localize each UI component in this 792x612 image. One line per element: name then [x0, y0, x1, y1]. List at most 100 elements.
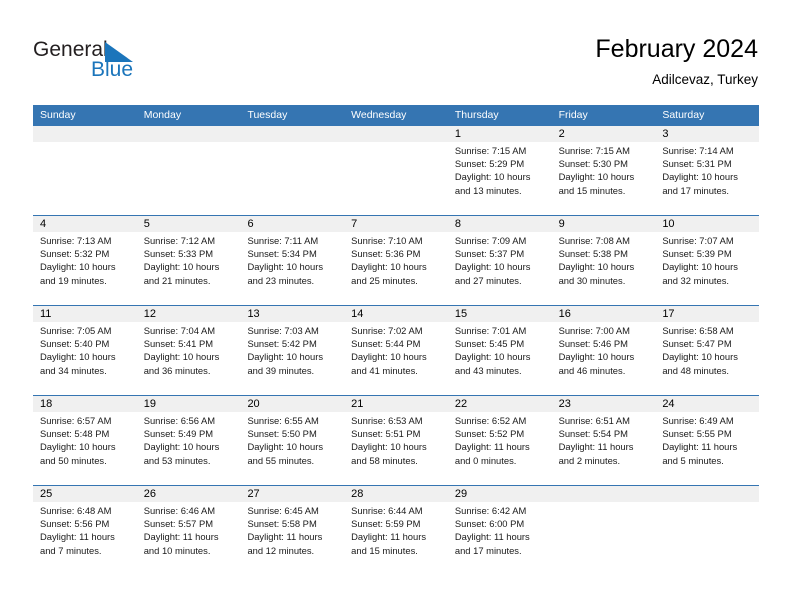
day-number[interactable]: 12	[137, 306, 241, 322]
day-cell[interactable]: Sunrise: 7:09 AM Sunset: 5:37 PM Dayligh…	[448, 232, 552, 305]
day-number[interactable]: 20	[240, 396, 344, 412]
daylight-text-line1: Daylight: 10 hours	[40, 351, 116, 363]
day-number[interactable]: 11	[33, 306, 137, 322]
day-number[interactable]: 3	[655, 126, 759, 142]
day-cell[interactable]: Sunrise: 7:15 AM Sunset: 5:30 PM Dayligh…	[552, 142, 656, 215]
day-cell[interactable]: Sunrise: 7:02 AM Sunset: 5:44 PM Dayligh…	[344, 322, 448, 395]
day-number[interactable]: 6	[240, 216, 344, 232]
day-number[interactable]: 5	[137, 216, 241, 232]
day-number[interactable]	[552, 486, 656, 502]
day-number[interactable]: 27	[240, 486, 344, 502]
day-number[interactable]: 24	[655, 396, 759, 412]
day-number[interactable]	[137, 126, 241, 142]
day-cell[interactable]: Sunrise: 6:55 AM Sunset: 5:50 PM Dayligh…	[240, 412, 344, 485]
day-number[interactable]: 9	[552, 216, 656, 232]
day-cell[interactable]: Sunrise: 7:10 AM Sunset: 5:36 PM Dayligh…	[344, 232, 448, 305]
day-cell[interactable]: Sunrise: 6:49 AM Sunset: 5:55 PM Dayligh…	[655, 412, 759, 485]
sunset-text: Sunset: 6:00 PM	[454, 518, 525, 530]
day-cell[interactable]: Sunrise: 7:14 AM Sunset: 5:31 PM Dayligh…	[655, 142, 759, 215]
day-number[interactable]	[240, 126, 344, 142]
day-cell[interactable]: Sunrise: 7:11 AM Sunset: 5:34 PM Dayligh…	[240, 232, 344, 305]
day-cell[interactable]	[137, 142, 241, 215]
day-number[interactable]	[655, 486, 759, 502]
day-number[interactable]: 10	[655, 216, 759, 232]
daylight-text-line2: and 32 minutes.	[662, 274, 730, 286]
day-number[interactable]	[344, 126, 448, 142]
day-cell[interactable]: Sunrise: 7:13 AM Sunset: 5:32 PM Dayligh…	[33, 232, 137, 305]
day-number[interactable]: 1	[448, 126, 552, 142]
day-number[interactable]: 4	[33, 216, 137, 232]
sunset-text: Sunset: 5:50 PM	[247, 428, 317, 440]
day-number[interactable]: 19	[137, 396, 241, 412]
daylight-text-line1: Daylight: 11 hours	[143, 531, 219, 543]
day-cell[interactable]: Sunrise: 7:12 AM Sunset: 5:33 PM Dayligh…	[137, 232, 241, 305]
day-cell[interactable]: Sunrise: 6:42 AM Sunset: 6:00 PM Dayligh…	[448, 502, 552, 575]
brand-logo: General Blue	[33, 38, 243, 88]
daylight-text-line1: Daylight: 10 hours	[558, 171, 635, 183]
day-cell[interactable]: Sunrise: 6:58 AM Sunset: 5:47 PM Dayligh…	[655, 322, 759, 395]
day-cell[interactable]: Sunrise: 6:56 AM Sunset: 5:49 PM Dayligh…	[137, 412, 241, 485]
day-cell[interactable]: Sunrise: 6:45 AM Sunset: 5:58 PM Dayligh…	[240, 502, 344, 575]
day-number[interactable]: 15	[448, 306, 552, 322]
day-number[interactable]: 29	[448, 486, 552, 502]
day-number[interactable]: 2	[552, 126, 656, 142]
day-cell[interactable]: Sunrise: 7:03 AM Sunset: 5:42 PM Dayligh…	[240, 322, 344, 395]
day-number[interactable]: 22	[448, 396, 552, 412]
daylight-text-line1: Daylight: 10 hours	[454, 171, 531, 183]
sunset-text: Sunset: 5:48 PM	[40, 428, 110, 440]
day-number[interactable]: 16	[552, 306, 656, 322]
sunset-text: Sunset: 5:49 PM	[143, 428, 214, 440]
day-number[interactable]	[33, 126, 137, 142]
day-cell[interactable]	[33, 142, 137, 215]
weekday-header-friday: Friday	[558, 109, 588, 121]
sunrise-text: Sunrise: 6:51 AM	[558, 415, 630, 426]
day-cell[interactable]: Sunrise: 7:15 AM Sunset: 5:29 PM Dayligh…	[448, 142, 552, 215]
calendar-week-row: 25 26 27 28 29 Sunrise: 6:48 AM Sunset: …	[33, 485, 759, 575]
daylight-text-line2: and 43 minutes.	[454, 364, 522, 376]
sunrise-text: Sunrise: 6:56 AM	[143, 415, 216, 426]
day-cell[interactable]: Sunrise: 6:48 AM Sunset: 5:56 PM Dayligh…	[33, 502, 137, 575]
daylight-text-line1: Daylight: 10 hours	[662, 171, 738, 183]
sunset-text: Sunset: 5:41 PM	[143, 338, 214, 350]
day-cell[interactable]: Sunrise: 6:52 AM Sunset: 5:52 PM Dayligh…	[448, 412, 552, 485]
day-number[interactable]: 18	[33, 396, 137, 412]
daylight-text-line1: Daylight: 10 hours	[558, 261, 635, 273]
day-cell[interactable]: Sunrise: 6:46 AM Sunset: 5:57 PM Dayligh…	[137, 502, 241, 575]
day-cell[interactable]: Sunrise: 6:53 AM Sunset: 5:51 PM Dayligh…	[344, 412, 448, 485]
sunrise-text: Sunrise: 7:10 AM	[351, 235, 423, 246]
week-date-number-band: 25 26 27 28 29	[33, 486, 759, 502]
day-number[interactable]: 26	[137, 486, 241, 502]
day-number[interactable]: 13	[240, 306, 344, 322]
day-number[interactable]: 21	[344, 396, 448, 412]
day-cell[interactable]	[240, 142, 344, 215]
day-cell[interactable]: Sunrise: 7:08 AM Sunset: 5:38 PM Dayligh…	[552, 232, 656, 305]
day-number[interactable]: 28	[344, 486, 448, 502]
sunset-text: Sunset: 5:36 PM	[351, 248, 421, 260]
day-cell[interactable]: Sunrise: 6:57 AM Sunset: 5:48 PM Dayligh…	[33, 412, 137, 485]
day-number[interactable]: 7	[344, 216, 448, 232]
day-number[interactable]: 14	[344, 306, 448, 322]
day-cell[interactable]	[655, 502, 759, 575]
sunrise-text: Sunrise: 7:15 AM	[454, 145, 527, 156]
sunrise-text: Sunrise: 7:02 AM	[351, 325, 423, 336]
sunrise-text: Sunrise: 6:48 AM	[40, 505, 112, 516]
day-cell[interactable]: Sunrise: 7:04 AM Sunset: 5:41 PM Dayligh…	[137, 322, 241, 395]
day-cell[interactable]: Sunrise: 7:00 AM Sunset: 5:46 PM Dayligh…	[552, 322, 656, 395]
day-number[interactable]: 23	[552, 396, 656, 412]
day-number[interactable]: 8	[448, 216, 552, 232]
day-number[interactable]: 25	[33, 486, 137, 502]
week-date-number-band: 4 5 6 7 8 9 10	[33, 216, 759, 232]
daylight-text-line1: Daylight: 10 hours	[40, 261, 116, 273]
day-cell[interactable]: Sunrise: 6:44 AM Sunset: 5:59 PM Dayligh…	[344, 502, 448, 575]
day-cell[interactable]: Sunrise: 6:51 AM Sunset: 5:54 PM Dayligh…	[552, 412, 656, 485]
weekday-header-tuesday: Tuesday	[247, 109, 288, 121]
day-cell[interactable]: Sunrise: 7:05 AM Sunset: 5:40 PM Dayligh…	[33, 322, 137, 395]
day-cell[interactable]	[344, 142, 448, 215]
daylight-text-line2: and 36 minutes.	[143, 364, 211, 376]
daylight-text-line1: Daylight: 11 hours	[558, 441, 634, 453]
day-cell[interactable]: Sunrise: 7:01 AM Sunset: 5:45 PM Dayligh…	[448, 322, 552, 395]
day-number[interactable]: 17	[655, 306, 759, 322]
day-cell[interactable]	[552, 502, 656, 575]
daylight-text-line2: and 41 minutes.	[351, 364, 418, 376]
day-cell[interactable]: Sunrise: 7:07 AM Sunset: 5:39 PM Dayligh…	[655, 232, 759, 305]
